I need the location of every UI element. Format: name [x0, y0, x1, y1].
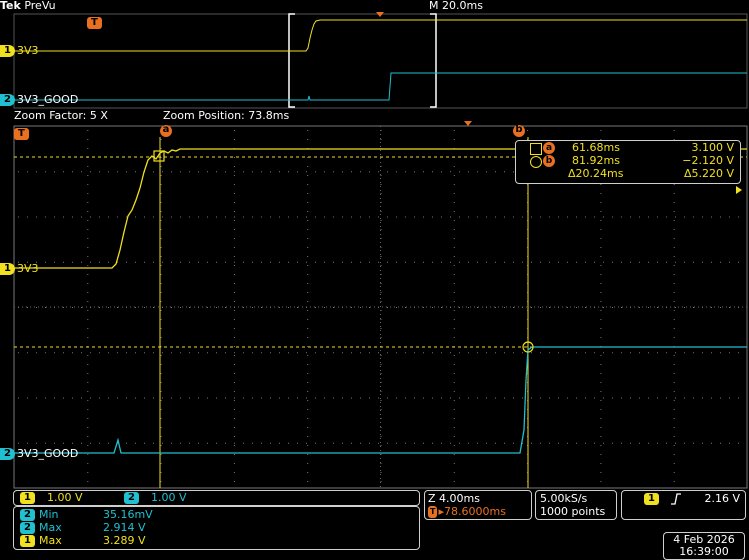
ch1-ground-marker: 1: [0, 262, 15, 275]
trigger-panel[interactable]: 1 2.16 V: [621, 490, 746, 520]
horizontal-panel[interactable]: Z 4.00ms T ▸78.6000ms: [424, 490, 532, 520]
cursor-a-voltage: 3.100 V: [691, 141, 734, 154]
measurement-row: 1 Max 3.289 V: [20, 534, 145, 547]
cursor-a-top-label[interactable]: a: [160, 124, 172, 135]
trigger-marker-badge: T: [14, 128, 29, 140]
measurement-channel-badge: 2: [20, 508, 35, 521]
overview-ch1-trace: [14, 19, 747, 52]
cursor-readout-panel: a 61.68ms 3.100 V b 81.92ms −2.120 V Δ20…: [515, 140, 741, 184]
cursor-b-time: 81.92ms: [572, 154, 620, 167]
trigger-marker-badge: T: [87, 17, 102, 29]
overview-trigger-marker: T: [87, 15, 102, 29]
zoom-scale-value: Z 4.00ms: [428, 492, 480, 505]
ch1-name: 3V3: [16, 262, 39, 275]
cursor-delta-time: Δ20.24ms: [568, 167, 624, 180]
ch2-scale-value: 1.00 V: [151, 491, 187, 504]
circle-cursor-icon: [530, 156, 542, 168]
mode-label: PreVu: [24, 0, 56, 12]
ch2-ground-marker: 2: [0, 93, 15, 106]
sample-rate: 5.00kS/s: [540, 492, 588, 505]
zoom-factor-label: Zoom Factor: 5 X: [14, 109, 108, 122]
measurement-label: Max: [38, 521, 62, 534]
cursor-b-badge: b: [543, 155, 555, 167]
brand-label: Tek PreVu: [0, 0, 56, 12]
zoom-position-label: Zoom Position: 73.8ms: [163, 109, 290, 122]
main-trigger-arrow-icon: [464, 121, 472, 126]
vertical-scale-bar[interactable]: 1 1.00 V 2 1.00 V: [13, 490, 420, 506]
ch1-scale-value: 1.00 V: [47, 491, 83, 504]
main-trigger-marker: T: [14, 126, 29, 140]
measurement-channel-badge: 1: [20, 534, 35, 547]
trigger-level-value: 2.16 V: [704, 492, 740, 505]
main-ch1-label[interactable]: 1 3V3: [0, 262, 39, 275]
record-length: 1000 points: [540, 505, 606, 518]
trigger-level-arrow-icon: [736, 186, 742, 194]
time-value: 16:39:00: [679, 545, 729, 558]
acquisition-panel[interactable]: 5.00kS/s 1000 points: [535, 490, 617, 520]
trigger-source-badge: 1: [644, 493, 659, 505]
measurement-value: 3.289 V: [102, 534, 146, 547]
measurement-row: 2 Max 2.914 V: [20, 521, 145, 534]
cursor-b-top-label[interactable]: b: [513, 124, 525, 135]
overview-ch1-label[interactable]: 1 3V3: [0, 44, 39, 57]
oscilloscope-display: [13, 12, 748, 489]
ch2-scale-badge: 2: [124, 492, 139, 504]
measurement-channel-badge: 2: [20, 521, 35, 534]
ch1-ground-marker: 1: [0, 44, 15, 57]
cursor-a-square-marker: [153, 150, 165, 162]
cursor-a-badge: a: [543, 142, 555, 154]
timebase-label: M 20.0ms: [429, 0, 483, 12]
overview-ch2-label[interactable]: 2 3V3_GOOD: [0, 93, 78, 106]
overview-bracket: [288, 13, 437, 108]
ch1-name: 3V3: [16, 44, 39, 57]
brand-name: Tek: [0, 0, 21, 12]
trigger-position-icon: T: [428, 505, 438, 518]
cursor-a-time: 61.68ms: [572, 141, 620, 154]
ch1-scale-badge: 1: [20, 492, 35, 504]
trigger-position-value: ▸78.6000ms: [438, 505, 506, 518]
ch2-name: 3V3_GOOD: [16, 447, 79, 460]
measurements-panel: 2 Min 35.16mV 2 Max 2.914 V 1 Max 3.289 …: [13, 506, 420, 550]
main-ch2-label[interactable]: 2 3V3_GOOD: [0, 447, 78, 460]
ch2-name: 3V3_GOOD: [16, 93, 79, 106]
overview-graticule: [13, 13, 748, 109]
square-cursor-icon: [530, 143, 542, 155]
measurement-label: Max: [38, 534, 62, 547]
rising-edge-icon: [671, 493, 681, 505]
cursor-delta-voltage: Δ5.220 V: [683, 167, 734, 180]
measurement-value: 35.16mV: [102, 508, 153, 521]
overview-ch2-trace: [14, 72, 747, 101]
measurement-value: 2.914 V: [102, 521, 146, 534]
ch2-ground-marker: 2: [0, 447, 15, 460]
datetime-panel: 4 Feb 2026 16:39:00: [663, 532, 745, 560]
cursor-b-voltage: −2.120 V: [682, 154, 734, 167]
measurement-row: 2 Min 35.16mV: [20, 508, 153, 521]
trigger-position: T ▸78.6000ms: [428, 505, 506, 518]
measurement-label: Min: [38, 508, 59, 521]
